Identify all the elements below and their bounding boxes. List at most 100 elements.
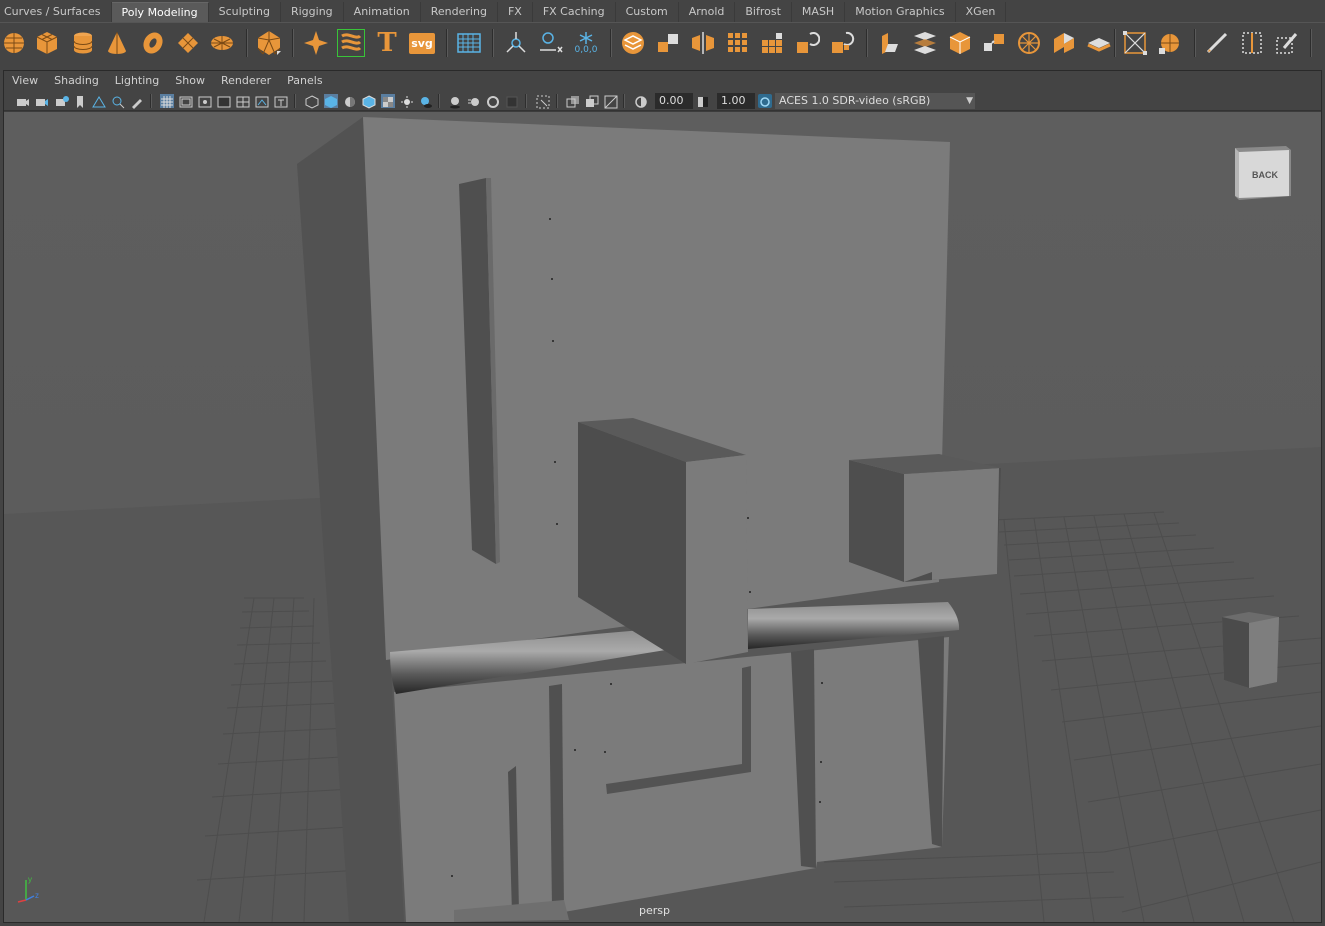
combine-icon[interactable] xyxy=(619,29,647,57)
shelf-tab-mash[interactable]: MASH xyxy=(792,2,846,22)
bookmark-camera-icon[interactable] xyxy=(55,94,69,108)
fill-hole-icon[interactable] xyxy=(1015,29,1043,57)
poly-plane-icon[interactable] xyxy=(174,29,202,57)
shelf-tab-bar: Curves / Surfaces Poly Modeling Sculpting R… xyxy=(0,0,1325,22)
reduce-icon[interactable] xyxy=(758,29,786,57)
poly-sphere-icon[interactable] xyxy=(0,29,28,57)
exposure-field[interactable]: 0.00 xyxy=(655,93,693,109)
measure-tool-icon[interactable] xyxy=(537,29,565,57)
film-gate-icon[interactable] xyxy=(179,94,193,108)
poke-icon[interactable] xyxy=(1121,29,1149,57)
color-management-toggle-icon[interactable] xyxy=(758,94,772,108)
circularize-icon[interactable] xyxy=(1156,29,1184,57)
select-camera-icon[interactable] xyxy=(16,94,30,108)
motion-blur-icon[interactable] xyxy=(467,94,481,108)
shelf-tab-custom[interactable]: Custom xyxy=(616,2,679,22)
right-block-front xyxy=(904,468,999,582)
gamma-field[interactable]: 1.00 xyxy=(717,93,755,109)
bevel-icon[interactable] xyxy=(502,29,530,57)
multisample-aa-icon[interactable] xyxy=(486,94,500,108)
resolution-gate-icon[interactable] xyxy=(198,94,212,108)
panel-menu-bar: View Shading Lighting Show Renderer Panels xyxy=(4,71,1321,91)
panel-menu-renderer[interactable]: Renderer xyxy=(213,71,279,91)
append-polygon-icon[interactable] xyxy=(980,29,1008,57)
retopologize-icon[interactable] xyxy=(828,29,856,57)
type-tool-icon[interactable]: T xyxy=(373,28,401,58)
camera-name-label: persp xyxy=(639,904,670,917)
poly-cylinder-icon[interactable] xyxy=(69,29,97,57)
snap-together-icon[interactable]: 0,0,0 xyxy=(572,29,600,57)
mirror-icon[interactable] xyxy=(689,29,717,57)
2d-pan-zoom-icon[interactable] xyxy=(111,94,125,109)
extrude-icon[interactable] xyxy=(876,29,904,57)
super-shape-icon[interactable] xyxy=(337,29,365,57)
panel-toolbar: 0.00 1.00 ACES 1.0 SDR-video (sRGB) ▼ xyxy=(4,91,1321,111)
shelf-tab-rendering[interactable]: Rendering xyxy=(421,2,498,22)
shelf-tab-curves-surfaces[interactable]: Curves / Surfaces xyxy=(0,2,112,22)
view-cube[interactable]: BACK xyxy=(1231,144,1293,202)
shelf-tab-fx[interactable]: FX xyxy=(498,2,533,22)
shadows-icon[interactable] xyxy=(419,94,433,108)
shelf-tab-fx-caching[interactable]: FX Caching xyxy=(533,2,616,22)
grease-pencil-icon[interactable] xyxy=(130,94,144,109)
smooth-icon[interactable] xyxy=(724,29,752,57)
image-plane-icon[interactable] xyxy=(92,94,106,108)
shelf-tab-sculpting[interactable]: Sculpting xyxy=(209,2,281,22)
3d-viewport[interactable]: BACK y z persp xyxy=(4,112,1321,922)
edge-loop-icon[interactable] xyxy=(1238,29,1266,57)
panel-menu-view[interactable]: View xyxy=(4,71,46,91)
poly-cone-icon[interactable] xyxy=(103,29,131,57)
panel-menu-shading[interactable]: Shading xyxy=(46,71,107,91)
shelf-tab-arnold[interactable]: Arnold xyxy=(679,2,736,22)
gate-mask-icon[interactable] xyxy=(217,94,231,108)
bridge-icon[interactable] xyxy=(911,29,939,57)
shelf-tab-poly-modeling[interactable]: Poly Modeling xyxy=(111,2,209,22)
wireframe-on-shaded-icon[interactable] xyxy=(362,94,376,109)
svg-tool-icon[interactable]: svg xyxy=(408,29,436,57)
maya-window: Curves / Surfaces Poly Modeling Sculpting R… xyxy=(0,0,1325,926)
shelf-tab-rigging[interactable]: Rigging xyxy=(281,2,344,22)
screen-space-ao-icon[interactable] xyxy=(448,94,462,109)
platonic-solid-icon[interactable] xyxy=(255,29,283,57)
textured-icon[interactable] xyxy=(381,94,395,108)
shelf-tab-xgen[interactable]: XGen xyxy=(956,2,1007,22)
axis-y-label: y xyxy=(28,875,32,884)
panel-menu-lighting[interactable]: Lighting xyxy=(107,71,167,91)
isolate-select-icon[interactable] xyxy=(536,94,550,109)
lights-icon[interactable] xyxy=(400,94,414,108)
gamma-icon[interactable] xyxy=(696,94,710,108)
camera-attributes-icon[interactable] xyxy=(35,94,49,108)
wireframe-icon[interactable] xyxy=(305,94,319,109)
poly-cube-icon[interactable] xyxy=(33,29,61,57)
xray-icon[interactable] xyxy=(566,94,580,108)
bookmark-icon[interactable] xyxy=(73,94,87,108)
poly-torus-icon[interactable] xyxy=(139,29,167,57)
bevel-cube-icon[interactable] xyxy=(946,29,974,57)
use-default-material-icon[interactable] xyxy=(343,94,357,108)
sweep-mesh-star-icon[interactable] xyxy=(302,29,330,57)
shelf-tab-animation[interactable]: Animation xyxy=(344,2,421,22)
scene-canvas[interactable] xyxy=(4,112,1321,922)
safe-title-icon[interactable] xyxy=(274,94,288,108)
color-space-dropdown[interactable]: ACES 1.0 SDR-video (sRGB) ▼ xyxy=(775,93,975,109)
poly-disc-icon[interactable] xyxy=(208,29,236,57)
xray-components-icon[interactable] xyxy=(604,94,618,109)
smooth-shade-icon[interactable] xyxy=(324,94,338,108)
remesh-icon[interactable] xyxy=(793,29,821,57)
panel-menu-panels[interactable]: Panels xyxy=(279,71,330,91)
target-weld-icon[interactable] xyxy=(1273,29,1301,57)
field-chart-icon[interactable] xyxy=(236,94,250,108)
safe-action-icon[interactable] xyxy=(255,94,269,108)
wedge-icon[interactable] xyxy=(1085,29,1113,57)
make-hole-icon[interactable] xyxy=(1050,29,1078,57)
exposure-icon[interactable] xyxy=(634,94,648,108)
separate-icon[interactable] xyxy=(654,29,682,57)
depth-of-field-icon[interactable] xyxy=(505,94,519,108)
shelf-tab-motion-graphics[interactable]: Motion Graphics xyxy=(845,2,956,22)
xray-joints-icon[interactable] xyxy=(585,94,599,108)
panel-menu-show[interactable]: Show xyxy=(167,71,213,91)
sculpt-grid-icon[interactable] xyxy=(455,29,483,57)
grid-toggle-icon[interactable] xyxy=(160,94,174,108)
multi-cut-icon[interactable] xyxy=(1203,29,1231,57)
shelf-tab-bifrost[interactable]: Bifrost xyxy=(735,2,792,22)
